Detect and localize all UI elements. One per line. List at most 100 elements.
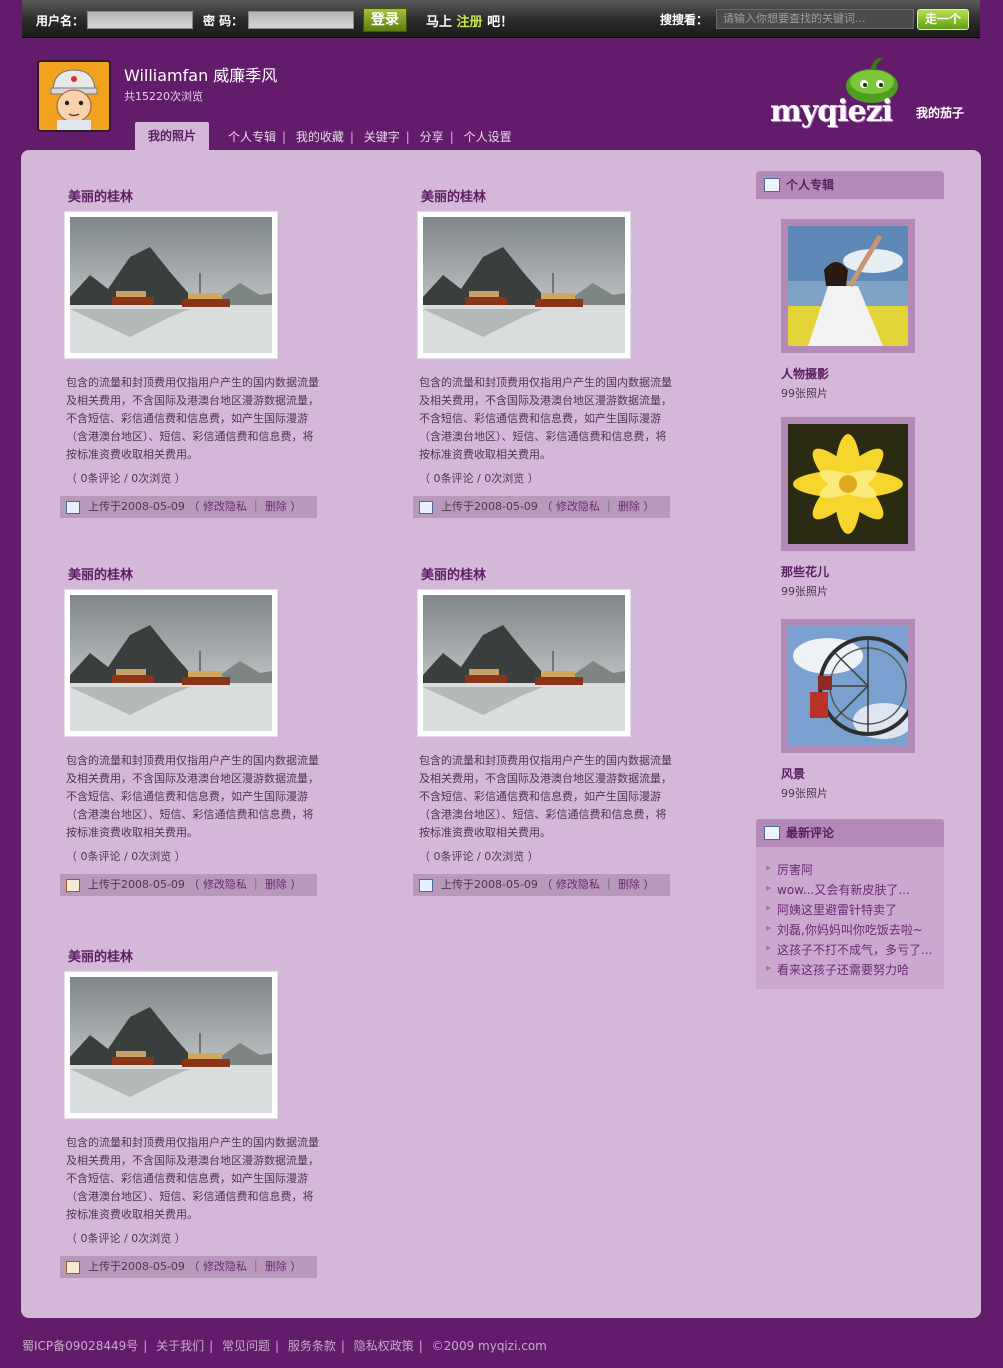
photo-thumbnail[interactable] xyxy=(65,972,277,1118)
photo-actions-bar: 上传于2008-05-09 （ 修改隐私 ｜ 删除 ） xyxy=(413,874,670,896)
upload-date: 上传于2008-05-09 xyxy=(441,500,538,513)
tab-share[interactable]: 分享 xyxy=(420,130,444,144)
photo-title[interactable]: 美丽的桂林 xyxy=(421,186,486,205)
tab-albums[interactable]: 个人专辑 xyxy=(228,130,276,144)
tab-keywords[interactable]: 关键字 xyxy=(364,130,400,144)
photo-description: 包含的流量和封顶费用仅指用户产生的国内数据流量及相关费用，不含国际及港澳台地区漫… xyxy=(66,754,319,839)
photo-file-locked-icon xyxy=(66,879,80,892)
search-go-button[interactable]: 走一个 xyxy=(917,9,969,30)
photo-thumbnail[interactable] xyxy=(65,212,277,358)
album-cover[interactable] xyxy=(781,219,915,353)
nav-separator: | xyxy=(349,130,354,144)
bullet-icon: ▶ xyxy=(766,964,772,972)
logo-subtitle: 我的茄子 xyxy=(916,106,965,120)
ferris-wheel-photo-image xyxy=(788,626,908,746)
edit-privacy-link[interactable]: 修改隐私 xyxy=(556,878,600,891)
photo-actions-bar: 上传于2008-05-09 （ 修改隐私 ｜ 删除 ） xyxy=(60,874,317,896)
photo-actions-bar: 上传于2008-05-09 （ 修改隐私 ｜ 删除 ） xyxy=(60,496,317,518)
photo-thumbnail[interactable] xyxy=(65,590,277,736)
tab-settings[interactable]: 个人设置 xyxy=(464,130,512,144)
login-button[interactable]: 登录 xyxy=(363,8,407,32)
username-label: 用户名： xyxy=(36,14,85,28)
delete-link[interactable]: 删除 xyxy=(618,878,640,891)
comment-text[interactable]: wow...又会有新皮肤了... xyxy=(777,881,910,898)
album-item[interactable]: 人物摄影 99张照片 xyxy=(781,219,915,400)
flower-photo-image xyxy=(788,424,908,544)
password-input[interactable] xyxy=(248,11,354,29)
photo-actions-bar: 上传于2008-05-09 （ 修改隐私 ｜ 删除 ） xyxy=(413,496,670,518)
footer-link-faq[interactable]: 常见问题 xyxy=(222,1339,270,1353)
landscape-photo-image xyxy=(423,595,625,731)
upload-date: 上传于2008-05-09 xyxy=(88,500,185,513)
comments-title: 最新评论 xyxy=(786,826,835,840)
album-count: 99张照片 xyxy=(781,787,828,800)
comment-bubble-icon xyxy=(764,826,780,840)
albums-box: 个人专辑 人物摄影 99张照片 那些花儿 99张照片 风景 99张照片 xyxy=(756,171,944,800)
edit-privacy-link[interactable]: 修改隐私 xyxy=(203,878,247,891)
photo-stats: （ 0条评论 / 0次浏览 ） xyxy=(66,1232,186,1245)
photo-actions: 上传于2008-05-09 （ 修改隐私 ｜ 删除 ） xyxy=(88,500,302,513)
search-label: 搜搜看： xyxy=(660,13,709,27)
photo-title[interactable]: 美丽的桂林 xyxy=(421,564,486,583)
album-name[interactable]: 人物摄影 xyxy=(781,365,829,382)
comment-text[interactable]: 刘磊,你妈妈叫你吃饭去啦~ xyxy=(777,921,923,938)
upload-date: 上传于2008-05-09 xyxy=(88,878,185,891)
password-label: 密 码： xyxy=(203,14,244,28)
comment-text[interactable]: 这孩子不打不成气，多亏了... xyxy=(777,941,932,958)
register-prompt: 马上 注册 吧！ xyxy=(426,11,513,30)
album-cover[interactable] xyxy=(781,417,915,551)
landscape-photo-image xyxy=(423,217,625,353)
register-suffix: 吧！ xyxy=(487,15,514,30)
photo-actions: 上传于2008-05-09 （ 修改隐私 ｜ 删除 ） xyxy=(441,500,655,513)
register-prefix: 马上 xyxy=(426,15,453,30)
edit-privacy-link[interactable]: 修改隐私 xyxy=(203,1260,247,1273)
register-link[interactable]: 注册 xyxy=(457,15,483,30)
footer-link-about[interactable]: 关于我们 xyxy=(156,1339,204,1353)
top-login-bar: 用户名： 密 码： 登录 马上 注册 吧！ 搜搜看： 请输入你想要查找的关键词.… xyxy=(22,0,980,38)
main-panel: 美丽的桂林 包含的流量和封顶费用仅指用户产生的国内数据流量及相关费用，不含国际及… xyxy=(21,150,981,1318)
photo-actions: 上传于2008-05-09 （ 修改隐私 ｜ 删除 ） xyxy=(88,1260,302,1273)
edit-privacy-link[interactable]: 修改隐私 xyxy=(203,500,247,513)
footer-link-privacy[interactable]: 隐私权政策 xyxy=(354,1339,414,1353)
copyright: ©2009 myqizi.com xyxy=(431,1339,547,1353)
landscape-photo-image xyxy=(70,977,272,1113)
upload-date: 上传于2008-05-09 xyxy=(88,1260,185,1273)
landscape-photo-image xyxy=(70,217,272,353)
tab-favorites[interactable]: 我的收藏 xyxy=(296,130,344,144)
photo-title[interactable]: 美丽的桂林 xyxy=(68,946,133,965)
edit-privacy-link[interactable]: 修改隐私 xyxy=(556,500,600,513)
profile-nav: 个人专辑 | 我的收藏 | 关键字 | 分享 | 个人设置 xyxy=(228,128,512,145)
photo-stats: （ 0条评论 / 0次浏览 ） xyxy=(419,850,539,863)
photo-thumbnail[interactable] xyxy=(418,212,630,358)
album-item[interactable]: 那些花儿 99张照片 xyxy=(781,417,915,598)
photo-thumbnail[interactable] xyxy=(418,590,630,736)
footer: 蜀ICP备09028449号 | 关于我们 | 常见问题 | 服务条款 | 隐私权政策 |… xyxy=(22,1339,547,1353)
avatar-cartoon-icon xyxy=(39,62,109,130)
delete-link[interactable]: 删除 xyxy=(265,878,287,891)
tab-my-photos[interactable]: 我的照片 xyxy=(135,122,209,150)
comment-text[interactable]: 看来这孩子还需要努力哈 xyxy=(777,961,909,978)
albums-header: 个人专辑 xyxy=(756,171,944,199)
search-input[interactable]: 请输入你想要查找的关键词... xyxy=(716,9,914,29)
photo-title[interactable]: 美丽的桂林 xyxy=(68,186,133,205)
comment-text[interactable]: 阿姨这里避雷针特卖了 xyxy=(777,901,897,918)
delete-link[interactable]: 删除 xyxy=(265,500,287,513)
portrait-photo-image xyxy=(788,226,908,346)
avatar[interactable] xyxy=(37,60,111,132)
photo-title[interactable]: 美丽的桂林 xyxy=(68,564,133,583)
photo-file-icon xyxy=(66,501,80,514)
photo-description: 包含的流量和封顶费用仅指用户产生的国内数据流量及相关费用，不含国际及港澳台地区漫… xyxy=(419,376,672,461)
delete-link[interactable]: 删除 xyxy=(265,1260,287,1273)
photo-file-icon xyxy=(419,879,433,892)
bullet-icon: ▶ xyxy=(766,904,772,912)
delete-link[interactable]: 删除 xyxy=(618,500,640,513)
album-cover[interactable] xyxy=(781,619,915,753)
username-input[interactable] xyxy=(87,11,193,29)
photo-stats: （ 0条评论 / 0次浏览 ） xyxy=(66,472,186,485)
album-item[interactable]: 风景 99张照片 xyxy=(781,619,915,800)
comment-text[interactable]: 厉害阿 xyxy=(777,861,813,878)
site-logo[interactable]: myqiezi 我的茄子 xyxy=(770,52,965,132)
footer-link-terms[interactable]: 服务条款 xyxy=(288,1339,336,1353)
album-name[interactable]: 风景 xyxy=(781,765,805,782)
album-name[interactable]: 那些花儿 xyxy=(781,563,829,580)
